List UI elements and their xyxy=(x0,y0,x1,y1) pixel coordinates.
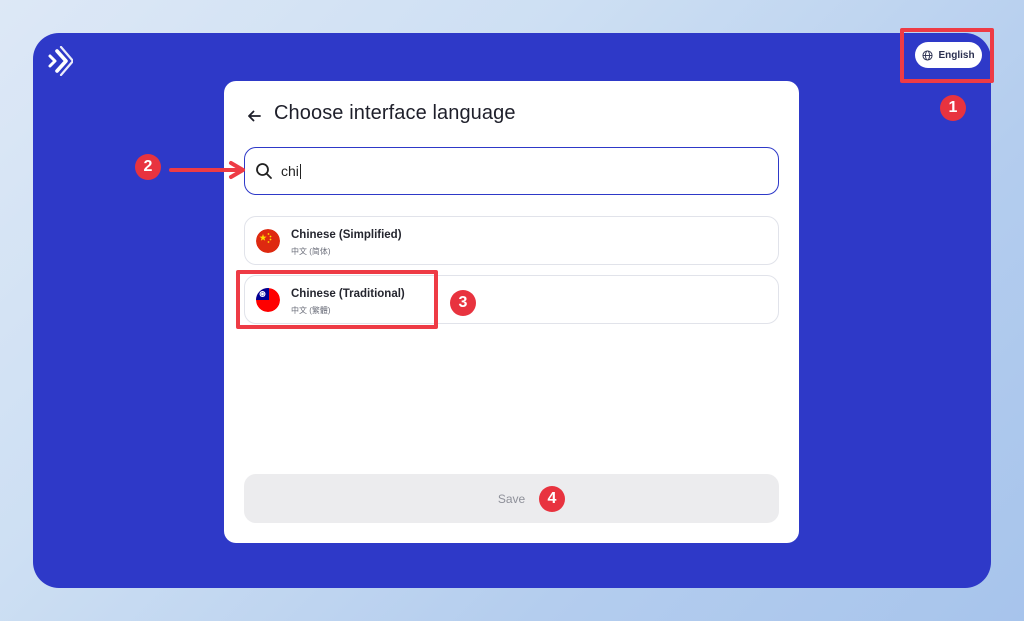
language-option-chinese-simplified[interactable]: Chinese (Simplified) 中文 (简体) xyxy=(244,216,779,265)
step-badge-4: 4 xyxy=(539,486,565,512)
language-option-native-name: 中文 (简体) xyxy=(291,247,331,256)
language-option-name: Chinese (Simplified) xyxy=(291,229,402,241)
step-badge-1: 1 xyxy=(940,95,966,121)
language-option-highlight xyxy=(236,270,438,329)
search-icon xyxy=(256,163,272,179)
brand-chevrons-icon xyxy=(48,46,73,76)
flag-china-icon xyxy=(256,229,280,253)
dialog-title: Choose interface language xyxy=(274,102,516,124)
step-badge-2: 2 xyxy=(135,154,161,180)
arrow-left-icon[interactable] xyxy=(246,108,262,124)
language-button-label: English xyxy=(938,49,975,61)
save-button[interactable]: Save xyxy=(244,474,779,523)
step-badge-3: 3 xyxy=(450,290,476,316)
globe-icon xyxy=(922,49,933,61)
annotation-arrow-icon xyxy=(169,161,245,179)
language-button[interactable]: English xyxy=(915,42,982,68)
search-input[interactable] xyxy=(244,147,779,195)
search-input-value: chi xyxy=(281,163,301,179)
text-caret xyxy=(299,164,301,179)
